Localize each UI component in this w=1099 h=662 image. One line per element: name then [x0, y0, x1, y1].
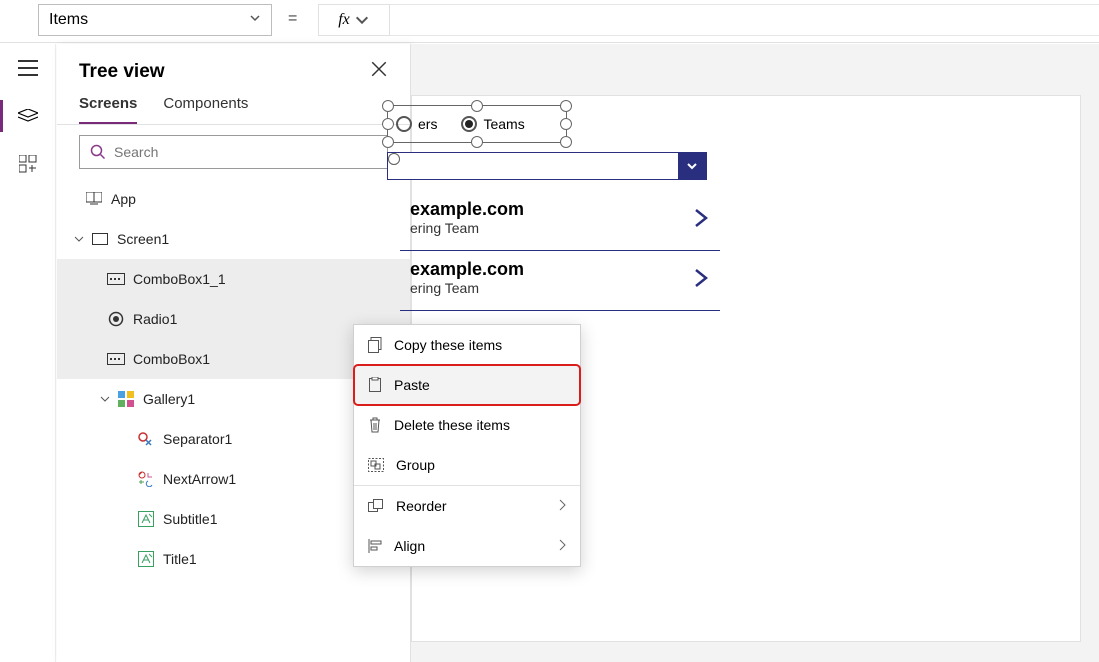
fx-icon: fx — [338, 11, 350, 29]
ctx-label: Align — [394, 538, 425, 554]
screen-icon — [91, 230, 109, 248]
tree-node-app[interactable]: App — [57, 179, 410, 219]
chevron-down-icon — [354, 12, 370, 28]
hamburger-icon — [18, 60, 38, 76]
chevron-down-icon — [686, 160, 698, 172]
expand-toggle[interactable] — [97, 394, 113, 404]
tab-screens[interactable]: Screens — [79, 95, 137, 124]
radio-option-1[interactable]: ers — [396, 116, 437, 132]
gallery-icon — [117, 390, 135, 408]
ctx-label: Paste — [394, 377, 430, 393]
radio-label: ers — [418, 116, 437, 132]
combobox-icon — [107, 270, 125, 288]
tree-label: ComboBox1_1 — [133, 271, 226, 287]
combobox-control[interactable] — [387, 152, 707, 180]
search-icon — [90, 144, 106, 160]
chevron-right-icon — [558, 498, 566, 514]
tab-components[interactable]: Components — [163, 95, 248, 124]
ctx-reorder[interactable]: Reorder — [354, 486, 580, 526]
app-icon — [85, 190, 103, 208]
gallery-row[interactable]: example.com ering Team — [400, 251, 720, 311]
hamburger-button[interactable] — [0, 44, 56, 92]
tree-node-screen1[interactable]: Screen1 — [57, 219, 410, 259]
ctx-copy[interactable]: Copy these items — [354, 325, 580, 365]
radio-option-2[interactable]: Teams — [461, 116, 524, 132]
formula-input[interactable] — [390, 4, 1099, 36]
components-button[interactable] — [0, 140, 56, 188]
copy-icon — [368, 337, 382, 353]
close-button[interactable] — [370, 60, 388, 83]
combobox-icon — [107, 350, 125, 368]
ctx-delete[interactable]: Delete these items — [354, 405, 580, 445]
ctx-label: Reorder — [396, 498, 447, 514]
formula-bar: Items = fx — [0, 0, 1099, 43]
ctx-label: Copy these items — [394, 337, 502, 353]
tree-label: Title1 — [163, 551, 197, 567]
radio-control[interactable]: ers Teams — [387, 105, 567, 143]
left-rail — [0, 44, 56, 662]
chevron-right-icon[interactable] — [692, 206, 710, 230]
tree-view-button[interactable] — [0, 92, 56, 140]
gallery-title: example.com — [410, 259, 524, 280]
tree-label: Screen1 — [117, 231, 169, 247]
trash-icon — [368, 417, 382, 433]
tree-label: ComboBox1 — [133, 351, 210, 367]
tree-label: Gallery1 — [143, 391, 195, 407]
tree-label: Subtitle1 — [163, 511, 217, 527]
grid-add-icon — [19, 155, 37, 173]
equals-label: = — [288, 10, 297, 28]
align-icon — [368, 539, 382, 553]
label-icon — [137, 510, 155, 528]
expand-toggle[interactable] — [71, 234, 87, 244]
ctx-group[interactable]: Group — [354, 445, 580, 485]
radio-label: Teams — [483, 116, 524, 132]
tree-label: App — [111, 191, 136, 207]
separator-icon — [137, 430, 155, 448]
label-icon — [137, 550, 155, 568]
chevron-right-icon — [558, 538, 566, 554]
ctx-paste[interactable]: Paste — [354, 365, 580, 405]
reorder-icon — [368, 499, 384, 513]
tree-view-title: Tree view — [79, 61, 165, 83]
ctx-align[interactable]: Align — [354, 526, 580, 566]
group-icon — [368, 458, 384, 472]
ctx-label: Delete these items — [394, 417, 510, 433]
fx-button[interactable]: fx — [318, 4, 390, 36]
close-icon — [370, 60, 388, 78]
combobox-dropdown-button[interactable] — [678, 153, 706, 179]
tree-node-combobox1-1[interactable]: ComboBox1_1 — [57, 259, 410, 299]
radio-icon — [107, 310, 125, 328]
gallery-row[interactable]: example.com ering Team — [400, 191, 720, 251]
property-dropdown[interactable]: Items — [38, 4, 272, 36]
layers-icon — [18, 109, 38, 123]
gallery-title: example.com — [410, 199, 524, 220]
gallery: example.com ering Team example.com ering… — [400, 191, 720, 311]
tree-label: Radio1 — [133, 311, 177, 327]
context-menu: Copy these items Paste Delete these item… — [353, 324, 581, 567]
search-input[interactable] — [79, 135, 388, 169]
chevron-down-icon — [249, 11, 261, 29]
search-field[interactable] — [114, 144, 377, 160]
controls-icon — [137, 470, 155, 488]
chevron-right-icon[interactable] — [692, 266, 710, 290]
paste-icon — [368, 377, 382, 393]
gallery-subtitle: ering Team — [410, 280, 524, 296]
tree-label: Separator1 — [163, 431, 232, 447]
property-dropdown-label: Items — [49, 11, 88, 29]
ctx-label: Group — [396, 457, 435, 473]
gallery-subtitle: ering Team — [410, 220, 524, 236]
tree-label: NextArrow1 — [163, 471, 236, 487]
